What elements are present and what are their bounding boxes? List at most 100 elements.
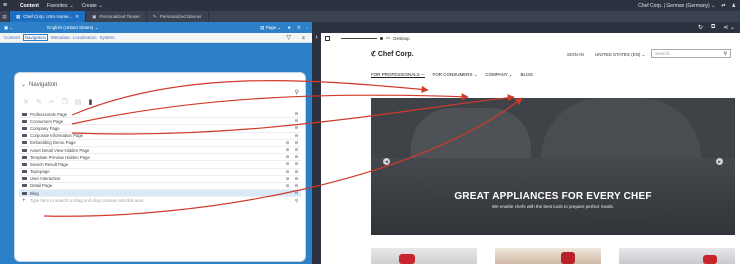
device-label: Desktop <box>393 35 410 41</box>
page-icon: ▦ <box>16 13 21 19</box>
add-item-row[interactable]: + Type here to search or drag and drop co… <box>19 197 301 204</box>
tab-personalized-teaser[interactable]: ▣ Personalized Teaser <box>86 11 148 22</box>
page-icon <box>22 134 27 138</box>
signin-link[interactable]: SIGN IN <box>567 52 584 57</box>
search-icon[interactable]: ⚲ <box>295 89 299 96</box>
pane-divider[interactable]: › <box>312 22 321 264</box>
bookmark-icon[interactable]: ★ <box>287 25 291 31</box>
teaser-image[interactable] <box>495 248 601 264</box>
collapse-left-icon[interactable]: ‹ <box>307 25 309 30</box>
list-item-label: Template Preview Hidden Page <box>30 154 90 160</box>
hidden-icon: ⊘ <box>285 147 290 153</box>
preview-pane: ↻ ⧉ ⋖ ⌄ ▭ Desktop ℭ Chef Corp. SIGN IN U… <box>321 22 740 264</box>
site-header: ℭ Chef Corp. SIGN IN UNITED STATES (EN) … <box>371 43 739 67</box>
list-item[interactable]: User Interaction ⊘ ⊖ <box>19 176 301 183</box>
link-icon: ⊖ <box>294 139 299 145</box>
teaser-icon: ▣ <box>92 13 97 19</box>
location-pin-icon[interactable]: ⚲ <box>297 25 300 31</box>
site-selector[interactable]: Chef Corp. | German (Germany) ⌄ <box>638 3 715 9</box>
user-icon[interactable]: ♟ <box>732 3 736 9</box>
share-icon[interactable]: ⋖ ⌄ <box>723 24 735 31</box>
paste-icon[interactable]: ▤ <box>75 98 82 106</box>
plus-icon: + <box>22 197 26 204</box>
hamburger-menu-icon[interactable]: ≡ <box>0 2 10 9</box>
favorites-menu[interactable]: Favorites ⌄ <box>47 3 74 9</box>
list-item[interactable]: Topicpage ⊘ ⊖ <box>19 169 301 176</box>
open-external-icon[interactable]: ⧉ <box>711 24 715 31</box>
navigation-panel: ⌄ Navigation ⚲ ✕ ✎ ✂ ❐ ▤ ▮ Professionals… <box>14 72 306 262</box>
tab-personalized-banner[interactable]: ✎ Personalized Banner <box>147 11 209 22</box>
country-selector[interactable]: UNITED STATES (EN) ⌄ <box>595 52 645 58</box>
navigation-header[interactable]: ⌄ Navigation <box>21 81 58 89</box>
search-icon[interactable]: ⚲ <box>723 51 727 57</box>
nav-blog[interactable]: BLOG <box>521 71 534 78</box>
list-item[interactable]: Company Page ⊖ <box>19 125 301 133</box>
hidden-icon: ⊘ <box>285 168 290 174</box>
workflow-icon[interactable]: ⇄ <box>721 3 725 9</box>
teaser-image-detail <box>703 255 717 264</box>
chevron-down-icon: ⌄ <box>98 2 103 9</box>
subtab-content[interactable]: Content <box>4 35 20 40</box>
remove-icon[interactable]: ✕ <box>23 98 29 106</box>
carousel-next-icon[interactable]: ▸ <box>716 158 723 165</box>
list-item-label: Company Page <box>30 125 60 131</box>
nav-company[interactable]: COMPANY ⌄ <box>485 71 512 78</box>
device-slider-handle[interactable] <box>380 36 383 40</box>
document-icon[interactable]: ▮ <box>89 98 93 106</box>
list-item-label: Corporate Information Page <box>30 133 84 139</box>
panel-toggle-icon[interactable]: ▣ ⌄ <box>4 25 13 31</box>
nav-consumers[interactable]: FOR CONSUMERS ⌄ <box>433 71 478 78</box>
tab-chef-corp-home[interactable]: ▦ Chef Corp. USA Home... ✕ <box>10 11 87 22</box>
list-item[interactable]: Consumers Page ⊖ <box>19 118 301 126</box>
site-logo[interactable]: ℭ Chef Corp. <box>371 50 414 58</box>
carousel-prev-icon[interactable]: ◂ <box>383 158 390 165</box>
chevron-down-icon: ⌄ <box>21 82 27 88</box>
library-icon[interactable]: ▤ <box>0 11 10 22</box>
content-menu[interactable]: Content <box>20 3 39 9</box>
site-preview: ℭ Chef Corp. SIGN IN UNITED STATES (EN) … <box>371 43 739 264</box>
hidden-icon: ⊘ <box>285 154 290 160</box>
teaser-image[interactable] <box>371 248 477 264</box>
list-item[interactable]: Embedding Demo Page ⊘ ⊖ <box>19 140 301 147</box>
close-icon[interactable]: ✕ <box>75 14 79 20</box>
checkbox[interactable] <box>325 35 330 41</box>
list-item[interactable]: Asset Detail View Hidden Page ⊘ ⊖ <box>19 147 301 155</box>
list-item-label: Topicpage <box>30 169 50 175</box>
site-navigation: FOR PROFESSIONALS ⌄ FOR CONSUMERS ⌄ COMP… <box>371 71 533 78</box>
list-item[interactable]: Blog ⊖ <box>19 190 301 198</box>
reload-icon[interactable]: ↻ <box>698 24 703 31</box>
page-icon <box>22 177 27 181</box>
create-menu[interactable]: Create ⌄ <box>82 3 103 9</box>
collapse-all-icon[interactable]: ⌅ <box>301 34 306 41</box>
list-item-label: User Interaction <box>30 176 61 182</box>
subtab-metadata[interactable]: Metadata <box>51 35 70 40</box>
list-item[interactable]: Detail Page ⊘ ⊖ <box>19 183 301 191</box>
subtab-navigation[interactable]: Navigation <box>22 34 49 41</box>
list-item[interactable]: Professionals Page ⊖ <box>19 111 301 119</box>
site-search-input[interactable]: Search... ⚲ <box>651 49 731 58</box>
cut-icon[interactable]: ✂ <box>49 98 55 106</box>
teaser-image[interactable] <box>619 248 735 264</box>
edit-icon[interactable]: ✎ <box>36 98 42 106</box>
hidden-icon: ⊘ <box>285 139 290 145</box>
language-selector[interactable]: English (United States) ⌄ <box>47 25 98 31</box>
filter-icon[interactable]: ▽ <box>286 34 291 41</box>
device-slider-track[interactable] <box>341 37 377 39</box>
nav-label: BLOG <box>520 72 534 77</box>
navigation-list: Professionals Page ⊖ Consumers Page ⊖ Comp… <box>19 111 301 204</box>
tab-label: Chef Corp. USA Home... <box>23 14 73 19</box>
list-item[interactable]: Template Preview Hidden Page ⊘ ⊖ <box>19 154 301 162</box>
page-type-selector[interactable]: ▤ Page ⌄ <box>260 25 281 31</box>
subtab-localization[interactable]: Localization <box>73 35 97 40</box>
copy-icon[interactable]: ❐ <box>62 98 68 106</box>
teaser-image-detail <box>399 254 415 264</box>
subtab-system[interactable]: System <box>100 35 115 40</box>
list-item[interactable]: Corporate Information Page ⊖ <box>19 133 301 140</box>
teaser-row <box>371 248 735 264</box>
list-item[interactable]: Search Result Page ⊘ ⊖ <box>19 161 301 169</box>
link-icon: ⊖ <box>294 154 299 160</box>
library-search-icon[interactable]: ⚲ <box>292 198 301 204</box>
nav-professionals[interactable]: FOR PROFESSIONALS ⌄ <box>371 71 425 78</box>
chevron-right-icon[interactable]: › <box>315 34 317 264</box>
navigation-title: Navigation <box>29 81 58 88</box>
